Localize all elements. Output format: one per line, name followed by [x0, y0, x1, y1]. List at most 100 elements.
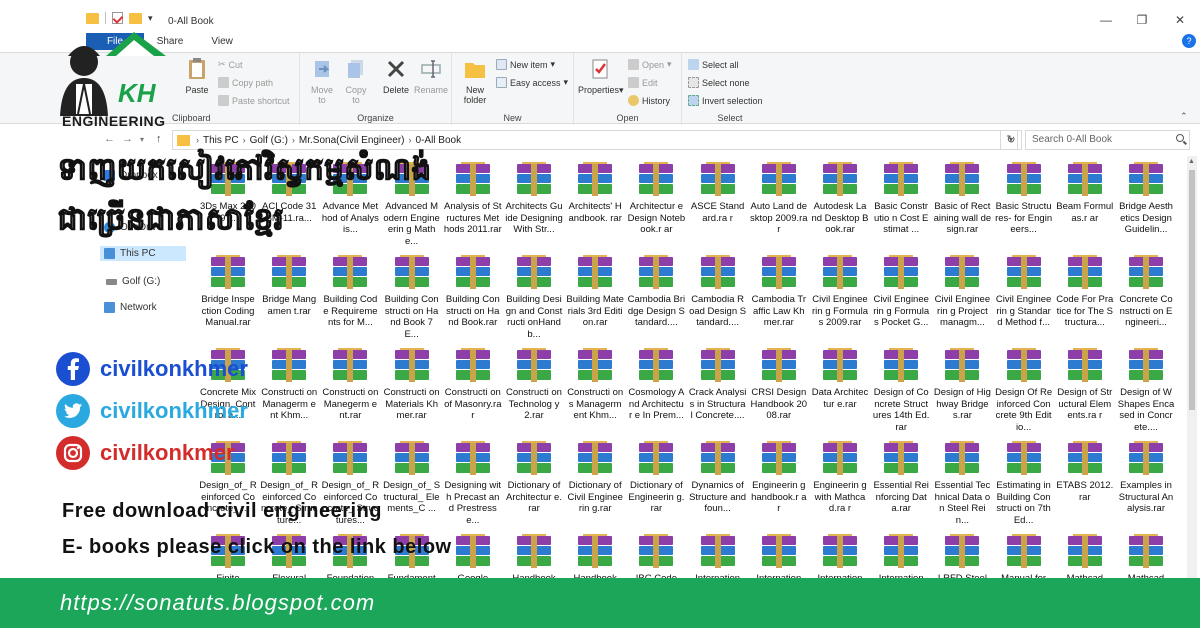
- file-item[interactable]: Bridge Inspection Coding Manual.rar: [199, 255, 257, 340]
- recent-locations-icon[interactable]: ▾: [140, 135, 144, 144]
- new-item-button[interactable]: New item ▾: [496, 59, 555, 70]
- file-item[interactable]: Architects Guide Designing With Str...: [505, 162, 563, 247]
- file-item[interactable]: Building Constructi on Hand Book 7 E...: [383, 255, 441, 340]
- file-item[interactable]: ASCE Standard.ra r: [689, 162, 747, 247]
- new-folder-icon[interactable]: [129, 12, 142, 24]
- file-item[interactable]: Civil Engineerin g Formulas 2009.rar: [811, 255, 869, 340]
- file-item[interactable]: Architectur e Design Notebook.r ar: [627, 162, 685, 247]
- file-item[interactable]: Examples in Structural Analysis.rar: [1117, 441, 1175, 526]
- properties-check-icon[interactable]: [112, 12, 123, 24]
- file-item[interactable]: Cambodia Traffic Law Khmer.rar: [750, 255, 808, 340]
- file-item[interactable]: Cambodia Bridge Design Standard....: [627, 255, 685, 340]
- refresh-icon[interactable]: ↻: [1000, 130, 1022, 150]
- paste-button[interactable]: Paste: [180, 57, 214, 95]
- file-item[interactable]: Architects' Handbook. rar: [566, 162, 624, 247]
- delete-button[interactable]: Delete: [380, 57, 412, 95]
- file-item[interactable]: Basic of Rectaining wall design.rar: [933, 162, 991, 247]
- properties-button[interactable]: Properties▾: [578, 57, 624, 95]
- tab-view[interactable]: View: [197, 33, 247, 53]
- file-item[interactable]: CRSI Design Handbook 2008.rar: [750, 348, 808, 433]
- breadcrumb-folder[interactable]: Mr.Sona(Civil Engineer): [299, 135, 405, 146]
- file-item[interactable]: Engineerin g with Mathcad.ra r: [811, 441, 869, 526]
- file-item[interactable]: Dictionary of Civil Engineerin g.rar: [566, 441, 624, 526]
- scrollbar-thumb[interactable]: [1189, 170, 1195, 410]
- search-input[interactable]: Search 0-All Book: [1025, 130, 1190, 150]
- new-folder-button[interactable]: New folder: [458, 57, 492, 105]
- file-item[interactable]: Design_of_ Structural_ Elements_C ...: [383, 441, 441, 526]
- file-item[interactable]: Constructi on Technolog y 2.rar: [505, 348, 563, 433]
- twitter-link[interactable]: civilkonkhmer: [56, 394, 248, 428]
- close-icon[interactable]: ✕: [1170, 13, 1190, 27]
- file-item[interactable]: Building Constructi on Hand Book.rar: [444, 255, 502, 340]
- invert-selection-button[interactable]: Invert selection: [688, 95, 763, 106]
- minimize-icon[interactable]: —: [1096, 13, 1116, 27]
- file-item[interactable]: Constructi on Manegerm ent.rar: [321, 348, 379, 433]
- file-item[interactable]: Constructi ons Managerm ent Khm...: [566, 348, 624, 433]
- open-button[interactable]: Open ▾: [628, 59, 672, 70]
- file-item[interactable]: Design Of Reinforced Concrete 9th Editio…: [995, 348, 1053, 433]
- forward-icon[interactable]: →: [122, 133, 133, 145]
- blog-url-link[interactable]: https://sonatuts.blogspot.com: [60, 590, 375, 616]
- file-item[interactable]: Cambodia Road Design Standard....: [689, 255, 747, 340]
- file-item[interactable]: Cosmology And Architectur e In Prem...: [627, 348, 685, 433]
- file-item[interactable]: Beam Formulas.r ar: [1056, 162, 1114, 247]
- help-icon[interactable]: ?: [1182, 34, 1196, 48]
- file-item[interactable]: Data Architectur e.rar: [811, 348, 869, 433]
- up-icon[interactable]: ↑: [156, 133, 162, 145]
- maximize-icon[interactable]: ❐: [1132, 13, 1152, 27]
- file-item[interactable]: Bridge Aesthetics Design Guidelin...: [1117, 162, 1175, 247]
- file-item[interactable]: Civil Engineerin g Project managm...: [933, 255, 991, 340]
- address-bar[interactable]: › This PC › Golf (G:) › Mr.Sona(Civil En…: [172, 130, 1018, 150]
- nav-item-golf-drive[interactable]: Golf (G:): [106, 276, 160, 287]
- nav-item-this-pc[interactable]: This PC: [100, 246, 186, 261]
- select-none-button[interactable]: Select none: [688, 77, 750, 88]
- select-all-button[interactable]: Select all: [688, 59, 739, 70]
- file-item[interactable]: Design of Highway Bridges.rar: [933, 348, 991, 433]
- file-item[interactable]: Autodesk Land Desktop Book.rar: [811, 162, 869, 247]
- file-item[interactable]: Dictionary of Engineerin g.rar: [627, 441, 685, 526]
- breadcrumb-current[interactable]: 0-All Book: [416, 135, 462, 146]
- copy-to-button[interactable]: Copy to: [340, 57, 372, 105]
- file-item[interactable]: Design of W Shapes Encased in Concrete..…: [1117, 348, 1175, 433]
- file-item[interactable]: Constructi on Managerm ent Khm...: [260, 348, 318, 433]
- file-item[interactable]: Auto Land desktop 2009.rar: [750, 162, 808, 247]
- scroll-up-icon[interactable]: ▲: [1188, 158, 1195, 165]
- copy-path-button[interactable]: Copy path: [218, 77, 273, 88]
- file-item[interactable]: Essential Reinforcing Data.rar: [872, 441, 930, 526]
- edit-button[interactable]: Edit: [628, 77, 658, 88]
- file-item[interactable]: Concrete Constructi on Engineeri...: [1117, 255, 1175, 340]
- file-item[interactable]: Building Materials 3rd Edition.rar: [566, 255, 624, 340]
- collapse-ribbon-icon[interactable]: ⌃: [1180, 111, 1188, 122]
- file-item[interactable]: Building Code Requireme nts for M...: [321, 255, 379, 340]
- file-item[interactable]: Designing with Precast and Prestresse...: [444, 441, 502, 526]
- file-item[interactable]: Dynamics of Structure and foun...: [689, 441, 747, 526]
- vertical-scrollbar[interactable]: ▲: [1187, 156, 1197, 586]
- file-item[interactable]: Dictionary of Architectur e.rar: [505, 441, 563, 526]
- file-item[interactable]: Building Design and Constructi onHandb..…: [505, 255, 563, 340]
- file-item[interactable]: Estimating in Building Constructi on 7th…: [995, 441, 1053, 526]
- file-item[interactable]: Code For Pratice for The Structura...: [1056, 255, 1114, 340]
- paste-shortcut-button[interactable]: Paste shortcut: [218, 95, 290, 106]
- file-item[interactable]: Constructi on Materials Khmer.rar: [383, 348, 441, 433]
- file-item[interactable]: Analysis of Structures Methods 2011.rar: [444, 162, 502, 247]
- nav-item-network[interactable]: Network: [104, 302, 157, 313]
- facebook-link[interactable]: civilkonkhmer: [56, 352, 248, 386]
- file-item[interactable]: Design of Concrete Structures 14th Ed.ra…: [872, 348, 930, 433]
- file-item[interactable]: ETABS 2012.rar: [1056, 441, 1114, 526]
- file-item[interactable]: Constructi on of Masonry.ra r: [444, 348, 502, 433]
- cut-button[interactable]: ✂ Cut: [218, 59, 243, 70]
- file-item[interactable]: Basic Construtio n Cost Estimat ...: [872, 162, 930, 247]
- move-to-button[interactable]: Move to: [306, 57, 338, 105]
- back-icon[interactable]: ←: [104, 133, 115, 145]
- file-item[interactable]: Bridge Mangamen t.rar: [260, 255, 318, 340]
- instagram-link[interactable]: civilkonkmer: [56, 436, 235, 470]
- breadcrumb-drive[interactable]: Golf (G:): [250, 135, 288, 146]
- file-item[interactable]: Civil Engineerin g Standard Method f...: [995, 255, 1053, 340]
- easy-access-button[interactable]: Easy access ▾: [496, 77, 568, 88]
- history-button[interactable]: History: [628, 95, 670, 106]
- file-item[interactable]: Civil Engineerin g Formulas Pocket G...: [872, 255, 930, 340]
- file-item[interactable]: Engineerin g handbook.r ar: [750, 441, 808, 526]
- folder-icon[interactable]: [86, 12, 99, 24]
- file-item[interactable]: Essential Technical Data on Steel Rein..…: [933, 441, 991, 526]
- file-item[interactable]: Design of Structural Elements.ra r: [1056, 348, 1114, 433]
